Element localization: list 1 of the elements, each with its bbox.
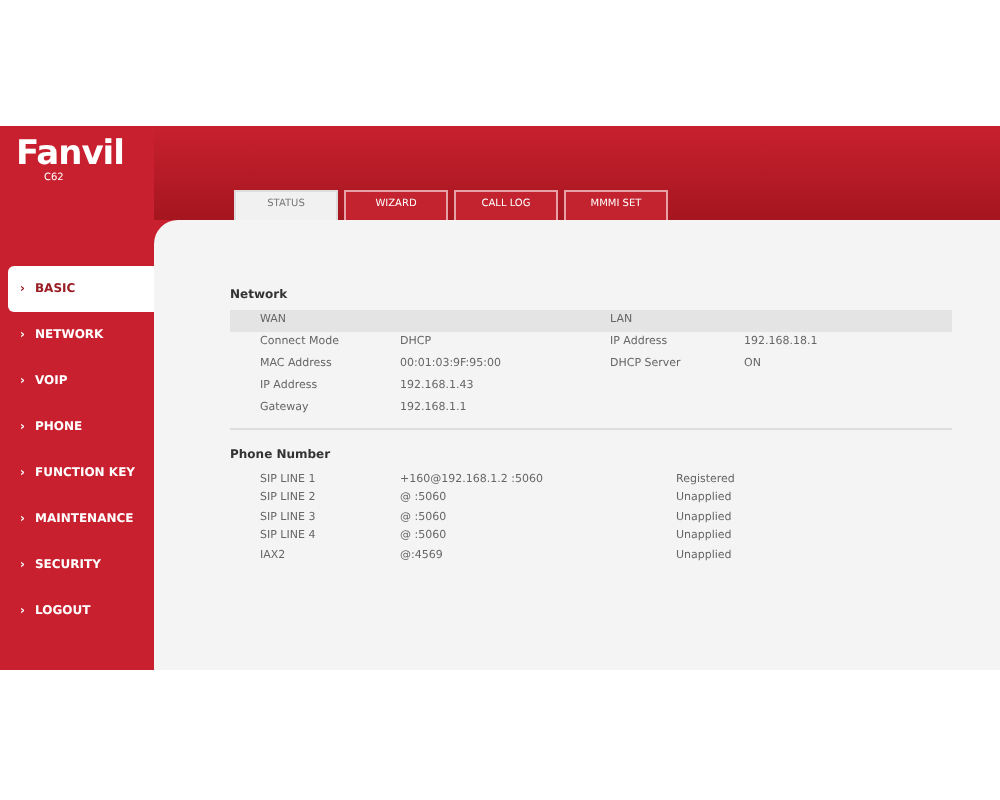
- brand-logo: Fanvil: [16, 138, 126, 172]
